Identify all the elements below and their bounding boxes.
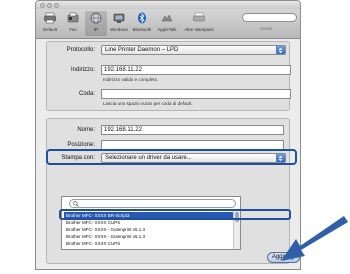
driver-list-item[interactable]: Brother MFC- XXXX - Gutenprint v5.1.3 [64, 226, 233, 233]
address-hint: Indirizzo valido e completo. [103, 77, 159, 82]
toolbar-search-label: Cerca [260, 26, 272, 31]
toolbar-default-button[interactable]: Default [39, 11, 61, 36]
protocol-popup[interactable]: Line Printer Daemon – LPD [101, 45, 286, 55]
toolbar-appletalk-button[interactable]: AppleTalk [156, 11, 178, 36]
name-label: Nome: [77, 127, 95, 133]
protocol-label: Protocollo: [66, 47, 95, 53]
driver-list-item[interactable]: Brother MFC- XXXX CUPS [64, 240, 233, 247]
address-label: Indirizzo: [70, 67, 95, 73]
queue-label: Coda: [78, 91, 95, 97]
windows-icon [113, 13, 125, 23]
toolbar-ip-button[interactable]: IP [85, 11, 107, 36]
toolbar-search-input[interactable] [242, 13, 297, 22]
toolbar: Default Fax IP Windows Bluetooth AppleTa… [36, 9, 300, 39]
ip-globe-icon [90, 12, 102, 24]
name-field[interactable]: 192.168.11.22 [101, 125, 284, 135]
address-field[interactable]: 192.168.11.22 [101, 65, 291, 75]
toolbar-more-printers-button[interactable]: Altre stampanti [184, 11, 214, 36]
driver-list-item[interactable]: Brother MFC- XXXX - Gutenprint v5.1.3 [64, 233, 233, 240]
connection-panel: Protocollo: Line Printer Daemon – LPD In… [46, 41, 291, 111]
toolbar-bluetooth-button[interactable]: Bluetooth [131, 11, 153, 36]
close-window-button[interactable] [40, 3, 45, 8]
zoom-window-button[interactable] [54, 3, 59, 8]
selected-driver-highlight [59, 209, 291, 220]
title-bar [36, 1, 300, 9]
driver-list-item[interactable]: Brother MFC- XXXX CUPS [64, 219, 233, 226]
location-label: Posizione: [67, 142, 95, 148]
toolbar-fax-button[interactable]: Fax [62, 11, 84, 36]
toolbar-more-printers-label: Altre stampanti [184, 27, 214, 32]
toolbar-appletalk-label: AppleTalk [157, 27, 177, 32]
chevron-updown-icon [278, 47, 283, 54]
driver-search-input[interactable] [69, 199, 236, 208]
bluetooth-icon [138, 12, 146, 24]
appletalk-icon [161, 14, 173, 22]
add-button[interactable]: Aggiungi [267, 252, 300, 263]
minimize-window-button[interactable] [47, 3, 52, 8]
print-using-highlight [46, 149, 297, 165]
default-printer-icon [44, 12, 56, 24]
more-printers-icon [193, 12, 205, 22]
toolbar-windows-button[interactable]: Windows [108, 11, 130, 36]
queue-hint: Lascia uno spazio vuoto per coda di defa… [103, 101, 193, 106]
driver-list[interactable]: Brother MFC- XXXX BR-Script3 Brother MFC… [61, 196, 241, 250]
queue-field[interactable] [101, 89, 291, 99]
protocol-value: Line Printer Daemon – LPD [105, 47, 179, 53]
search-icon [73, 201, 79, 207]
fax-icon [67, 12, 79, 23]
protocol-popup-arrows [276, 46, 285, 54]
